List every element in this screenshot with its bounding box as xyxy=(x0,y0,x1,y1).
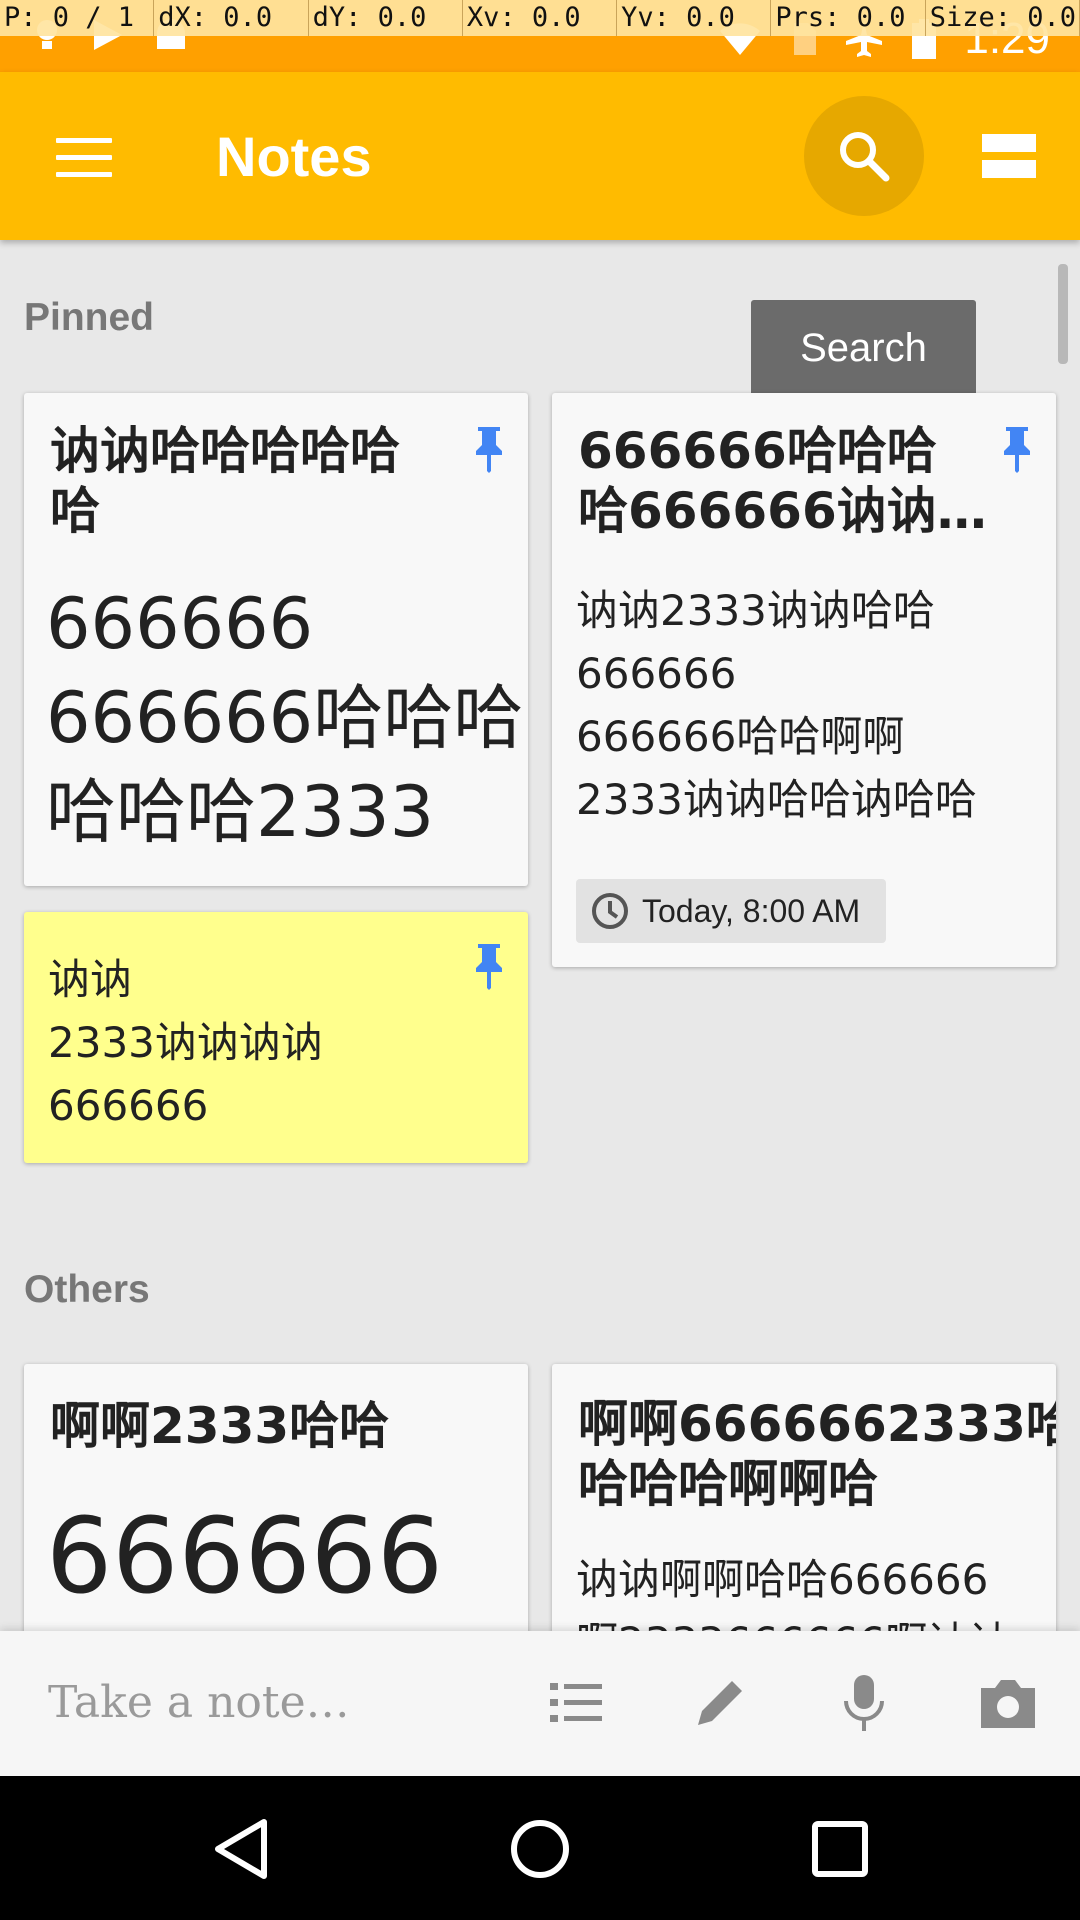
back-icon[interactable] xyxy=(206,1814,276,1884)
note-body-line: 哈哈哈2333 xyxy=(46,771,435,853)
note-title-line: 哈哈哈啊啊哈 xyxy=(578,1455,878,1513)
pin-icon xyxy=(1004,427,1030,473)
overlay-size: Size: 0.0 xyxy=(926,0,1080,36)
home-icon[interactable] xyxy=(505,1814,575,1884)
take-note-input[interactable]: Take a note… xyxy=(48,1677,350,1728)
view-toggle-icon[interactable] xyxy=(982,134,1036,178)
clock-icon xyxy=(592,893,628,929)
note-body-line: 666666哈哈哈 xyxy=(46,677,524,759)
note-body: 讷讷2333讷讷哈哈 666666 666666哈哈啊啊 2333讷讷哈哈讷哈哈 xyxy=(576,579,977,831)
overlay-dx: dX: 0.0 xyxy=(154,0,309,36)
new-photo-button[interactable] xyxy=(976,1671,1040,1735)
section-label-others: Others xyxy=(24,1268,150,1311)
note-body-line: 2333讷讷讷讷 xyxy=(48,1018,323,1067)
status-bar: 1:29 P: 0 / 1 dX: 0.0 dY: 0.0 Xv: 0.0 Yv… xyxy=(0,0,1080,72)
note-title: 啊啊6666662333哈 哈哈哈啊啊哈 xyxy=(578,1394,1056,1514)
search-button[interactable] xyxy=(804,96,924,216)
camera-icon xyxy=(981,1680,1035,1728)
pen-icon xyxy=(698,1681,742,1725)
note-body: 666666 666666哈哈哈 哈哈哈2333 xyxy=(46,577,523,859)
note-body-line: 讷讷2333讷讷哈哈 xyxy=(576,586,935,635)
list-icon xyxy=(550,1683,602,1722)
section-label-pinned: Pinned xyxy=(24,296,155,339)
reminder-text: Today, 8:00 AM xyxy=(642,892,861,929)
search-tooltip: Search xyxy=(751,300,976,396)
navigation-bar xyxy=(0,1776,1080,1920)
overlay-dy: dY: 0.0 xyxy=(309,0,463,36)
app-bar: Notes xyxy=(0,72,1080,240)
search-icon xyxy=(840,132,890,182)
new-drawing-button[interactable] xyxy=(688,1671,752,1735)
overlay-yv: Yv: 0.0 xyxy=(617,0,772,36)
note-body: 讷讷 2333讷讷讷讷 666666 xyxy=(48,948,323,1137)
recents-icon[interactable] xyxy=(805,1814,875,1884)
new-list-button[interactable] xyxy=(544,1671,608,1735)
note-body-line: 666666 xyxy=(46,583,314,665)
menu-icon[interactable] xyxy=(56,138,112,178)
overlay-xv: Xv: 0.0 xyxy=(463,0,618,36)
reminder-chip[interactable]: Today, 8:00 AM xyxy=(576,879,886,943)
mic-icon xyxy=(844,1675,884,1731)
note-title-line: 哈666666讷讷… xyxy=(578,482,987,540)
note-card[interactable]: 讷讷 2333讷讷讷讷 666666 xyxy=(24,912,528,1163)
note-title: 666666哈哈哈 哈666666讷讷… xyxy=(578,421,987,541)
pin-icon xyxy=(476,427,502,473)
note-body: 666666 xyxy=(46,1495,444,1617)
note-card[interactable]: 666666哈哈哈 哈666666讷讷… 讷讷2333讷讷哈哈 666666 6… xyxy=(552,393,1056,967)
pin-icon xyxy=(476,944,502,990)
note-body-line: 666666 xyxy=(576,649,737,698)
note-body-line: 666666哈哈啊啊 xyxy=(576,712,905,761)
note-body-line: 讷讷啊啊哈哈666666 xyxy=(576,1555,989,1604)
overlay-pressure: Prs: 0.0 xyxy=(771,0,926,36)
note-card[interactable]: 讷讷哈哈哈哈哈 哈 666666 666666哈哈哈 哈哈哈2333 xyxy=(24,393,528,886)
app-title: Notes xyxy=(216,125,372,188)
note-title: 啊啊2333哈哈 xyxy=(50,1397,390,1455)
note-title-line: 讷讷哈哈哈哈哈 xyxy=(50,422,400,480)
overlay-pointer-count: P: 0 / 1 xyxy=(0,0,155,36)
note-body-line: 666666 xyxy=(48,1081,209,1130)
note-title-line: 666666哈哈哈 xyxy=(578,422,937,480)
note-title-line: 哈 xyxy=(50,482,100,540)
note-title-line: 啊啊6666662333哈 xyxy=(578,1395,1056,1453)
note-body-line: 讷讷 xyxy=(48,955,133,1004)
pointer-location-overlay: P: 0 / 1 dX: 0.0 dY: 0.0 Xv: 0.0 Yv: 0.0… xyxy=(0,0,1080,36)
note-title: 讷讷哈哈哈哈哈 哈 xyxy=(50,421,450,541)
new-audio-button[interactable] xyxy=(832,1671,896,1735)
take-note-bar: Take a note… xyxy=(0,1631,1080,1776)
note-body-line: 2333讷讷哈哈讷哈哈 xyxy=(576,775,977,824)
scrollbar[interactable] xyxy=(1058,264,1068,364)
